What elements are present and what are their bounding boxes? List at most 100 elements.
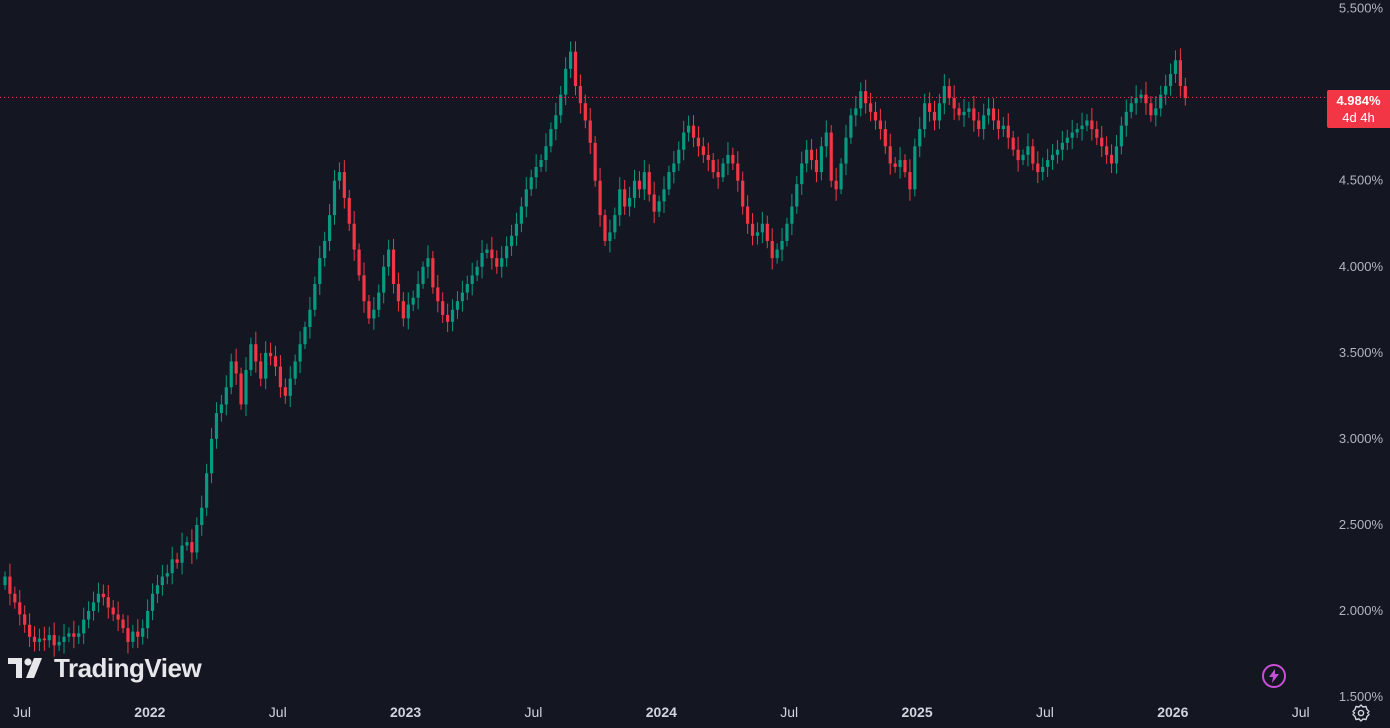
candle-body [470, 275, 474, 284]
candle-body [1006, 125, 1010, 138]
candle [47, 626, 51, 648]
candle-body [932, 111, 937, 121]
candle-body [27, 624, 32, 637]
candle-body [8, 576, 12, 594]
candle [268, 342, 273, 366]
candle [603, 209, 607, 246]
candle [583, 94, 587, 129]
candle [352, 211, 356, 261]
candle-body [996, 120, 1001, 130]
candle [146, 599, 150, 639]
candle [1075, 123, 1079, 138]
candle [313, 276, 317, 317]
candle-body [200, 507, 204, 525]
candle [509, 224, 514, 256]
candle-body [62, 636, 66, 642]
candle [564, 57, 568, 106]
candle [42, 626, 46, 651]
candle-body [662, 189, 666, 202]
candle-body [490, 249, 494, 259]
candle-body [524, 189, 528, 207]
candle [952, 85, 956, 120]
candle-body [455, 301, 460, 310]
candle [396, 272, 401, 312]
candle [165, 564, 169, 585]
candle-body [146, 610, 150, 629]
candle-body [677, 149, 681, 164]
candle [529, 169, 533, 197]
candle [1085, 114, 1089, 132]
candle-body [234, 361, 238, 374]
candle-body [244, 370, 248, 405]
candle [391, 238, 396, 294]
candle [652, 181, 656, 224]
candle [475, 260, 479, 282]
candle [421, 261, 425, 289]
candle [141, 619, 145, 645]
candle-body [814, 160, 819, 173]
candle [726, 142, 730, 176]
candle-body [829, 132, 833, 181]
candle-body [627, 197, 632, 207]
candle [918, 117, 922, 158]
candle [849, 108, 853, 144]
candle-body [377, 292, 381, 310]
candle [1149, 96, 1153, 122]
candle [613, 207, 617, 240]
candle [696, 126, 701, 157]
candle [13, 586, 17, 609]
candle [854, 96, 858, 127]
chart-settings-button[interactable] [1350, 702, 1372, 724]
candle-body [185, 542, 189, 546]
logo-text: TradingView [54, 652, 202, 683]
candle [888, 133, 892, 175]
candle-body [77, 633, 81, 637]
candle-body [1095, 129, 1099, 138]
candle [1100, 125, 1104, 157]
price-chart[interactable]: 5.500% 4.500% 4.000% 3.500% 3.000% 2.500% 2.00… [0, 0, 1390, 728]
price-tick-label: 2.500% [1339, 517, 1384, 532]
candle [96, 582, 101, 613]
candle-body [1016, 149, 1020, 161]
time-tick-label: Jul [1036, 704, 1054, 720]
candle [495, 250, 499, 274]
candle [372, 297, 376, 330]
candle-body [746, 206, 750, 224]
candle-body [736, 163, 740, 181]
time-axis[interactable]: Jul 2022 Jul 2023 Jul 2024 Jul 2025 Jul 2026 Jul [13, 704, 1310, 720]
candle [667, 165, 671, 196]
candle-body [982, 115, 986, 130]
candle-body [391, 249, 396, 284]
candle-body [1065, 137, 1069, 143]
candle [873, 101, 878, 130]
candle-body [962, 111, 966, 116]
candle-body [32, 636, 37, 642]
candlestick-chart[interactable]: 5.500% 4.500% 4.000% 3.500% 3.000% 2.500% 2.00… [0, 0, 1390, 728]
time-tick-label: 2026 [1157, 704, 1188, 720]
candle-body [505, 246, 509, 259]
candle-body [421, 266, 425, 284]
candle-body [150, 593, 155, 611]
candle-body [947, 86, 951, 99]
candle-body [18, 602, 22, 615]
candle-body [878, 120, 883, 130]
candle-body [519, 206, 523, 224]
candle [731, 147, 735, 171]
lightning-button[interactable] [1262, 664, 1286, 688]
candle-body [672, 163, 676, 173]
candle-body [987, 108, 991, 116]
candle [209, 427, 214, 484]
candle [524, 177, 528, 218]
candle-body [160, 576, 164, 586]
candle-body [868, 103, 873, 112]
candle-body [259, 361, 263, 379]
candle [598, 167, 602, 227]
candle-body [13, 593, 17, 603]
candle [431, 251, 435, 294]
candle [455, 291, 460, 319]
candle [214, 402, 219, 449]
candle-body [387, 249, 391, 267]
candle-body [696, 137, 701, 147]
candle [1168, 63, 1173, 96]
candle-body [883, 129, 887, 147]
